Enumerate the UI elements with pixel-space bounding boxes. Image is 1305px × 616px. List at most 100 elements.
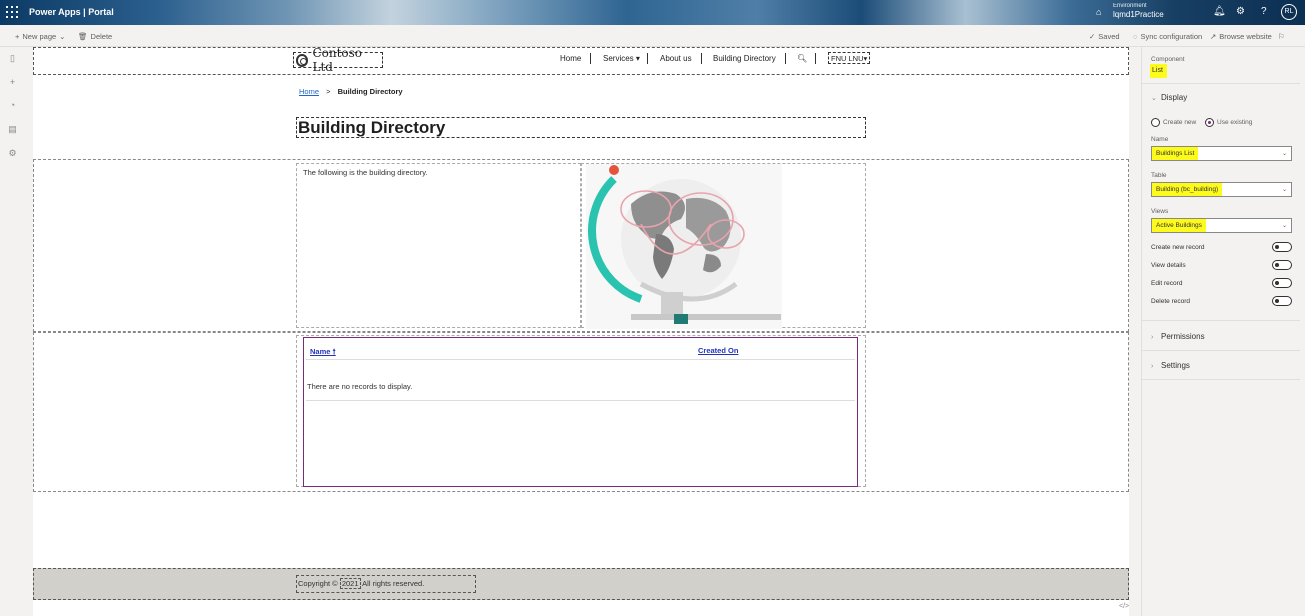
nav-about[interactable]: About us bbox=[660, 54, 692, 63]
trash-icon: 🗑︎ bbox=[78, 32, 88, 41]
search-icon[interactable]: 🔍︎ bbox=[797, 54, 807, 63]
page-canvas: Contoso Ltd Home Services ▾ About us Bui… bbox=[33, 47, 1129, 616]
toggle-label: Create new record bbox=[1151, 244, 1205, 251]
site-footer[interactable]: Copyright © 2021 All rights reserved. bbox=[33, 568, 1129, 600]
components-icon[interactable]: + bbox=[7, 77, 18, 88]
divider bbox=[1142, 320, 1301, 321]
empty-list-message: There are no records to display. bbox=[307, 382, 413, 391]
toggle-switch[interactable] bbox=[1272, 260, 1292, 270]
image-column[interactable] bbox=[581, 163, 866, 329]
themes-icon[interactable]: ◔ bbox=[7, 100, 18, 111]
app-header: Power Apps | Portal ⌂ Environment lqmd1P… bbox=[0, 0, 1305, 25]
radio-create-new[interactable]: Create new bbox=[1151, 118, 1196, 127]
globe-image[interactable] bbox=[586, 164, 786, 329]
avatar[interactable]: RL bbox=[1281, 4, 1297, 20]
environment-label: Environment bbox=[1113, 3, 1147, 9]
templates-icon[interactable]: ▤ bbox=[7, 124, 18, 135]
plus-icon: + bbox=[15, 32, 20, 41]
site-logo[interactable]: Contoso Ltd bbox=[293, 47, 383, 74]
toggle-switch[interactable] bbox=[1272, 278, 1292, 288]
copyright-year: 2021 bbox=[339, 578, 361, 589]
buildings-list[interactable]: Name 🠕 Created On There are no records t… bbox=[303, 337, 858, 487]
toggle-create-new-record[interactable]: Create new record bbox=[1151, 242, 1292, 252]
chevron-down-icon: ⌄ bbox=[1281, 223, 1287, 229]
radio-button bbox=[1205, 118, 1214, 127]
settings-label: Settings bbox=[1161, 361, 1190, 370]
copyright-text[interactable]: Copyright © 2021 All rights reserved. bbox=[296, 575, 476, 593]
radio-use-existing-label: Use existing bbox=[1217, 119, 1253, 126]
breadcrumb-separator: > bbox=[326, 87, 331, 96]
nav-divider bbox=[647, 53, 648, 64]
pages-icon[interactable]: ▯ bbox=[7, 53, 18, 64]
views-label: Views bbox=[1151, 208, 1169, 215]
code-view-icon[interactable]: </> bbox=[1119, 603, 1129, 610]
app-title[interactable]: Power Apps | Portal bbox=[29, 7, 114, 17]
chevron-down-icon: ⌄ bbox=[59, 32, 66, 41]
nav-divider bbox=[590, 53, 591, 64]
display-section-toggle[interactable]: ⌄ Display bbox=[1151, 93, 1187, 102]
name-dropdown[interactable]: Buildings List ⌄ bbox=[1151, 146, 1292, 161]
sync-configuration-button[interactable]: ◌ Sync configuration bbox=[1133, 32, 1202, 41]
scrollbar[interactable] bbox=[1300, 47, 1305, 616]
command-bar: + New page ⌄ 🗑︎ Delete ✓ Saved ◌ Sync co… bbox=[0, 25, 1305, 47]
feedback-icon[interactable]: ⚐ bbox=[1278, 32, 1285, 41]
views-dropdown[interactable]: Active Buildings ⌄ bbox=[1151, 218, 1292, 233]
header-divider bbox=[306, 359, 855, 360]
intro-text: The following is the building directory. bbox=[303, 168, 428, 177]
caret-down-icon: ▾ bbox=[863, 54, 868, 63]
toggle-label: Delete record bbox=[1151, 298, 1191, 305]
toggle-label: View details bbox=[1151, 262, 1186, 269]
new-page-button[interactable]: + New page ⌄ bbox=[15, 32, 65, 41]
chevron-down-icon: ⌄ bbox=[1151, 95, 1157, 102]
table-dropdown[interactable]: Building (bc_building) ⌄ bbox=[1151, 182, 1292, 197]
waffle-icon[interactable] bbox=[6, 6, 18, 18]
nav-services[interactable]: Services ▾ bbox=[603, 54, 640, 63]
column-header-name[interactable]: Name 🠕 bbox=[310, 346, 336, 359]
help-icon[interactable]: ? bbox=[1261, 6, 1267, 17]
name-dropdown-value: Buildings List bbox=[1152, 147, 1199, 160]
new-page-label: New page bbox=[22, 32, 57, 41]
browse-website-button[interactable]: ↗ Browse website bbox=[1210, 32, 1272, 41]
breadcrumb: Home > Building Directory bbox=[299, 87, 403, 96]
user-name: FNU LNU bbox=[831, 54, 864, 63]
chevron-down-icon: ⌄ bbox=[1281, 151, 1287, 157]
toggle-delete-record[interactable]: Delete record bbox=[1151, 296, 1292, 306]
user-menu[interactable]: FNU LNU▾ bbox=[828, 52, 871, 64]
toggle-switch[interactable] bbox=[1272, 296, 1292, 306]
sort-ascending-icon: 🠕 bbox=[332, 347, 336, 356]
nav-divider bbox=[815, 53, 816, 64]
intro-text-column[interactable]: The following is the building directory. bbox=[296, 163, 581, 328]
copyright-prefix: Copyright © bbox=[298, 579, 338, 588]
gear-icon[interactable]: ⚙ bbox=[1236, 6, 1245, 17]
logo-text: Contoso Ltd bbox=[312, 47, 363, 74]
chevron-right-icon: › bbox=[1151, 363, 1154, 370]
sync-label: Sync configuration bbox=[1140, 32, 1203, 41]
toggle-switch[interactable] bbox=[1272, 242, 1292, 252]
breadcrumb-current: Building Directory bbox=[337, 87, 403, 96]
table-label: Table bbox=[1151, 172, 1167, 179]
delete-button[interactable]: 🗑︎ Delete bbox=[78, 32, 112, 41]
environment-name[interactable]: lqmd1Practice bbox=[1113, 10, 1164, 19]
nav-services-label: Services bbox=[603, 54, 634, 63]
display-section-label: Display bbox=[1161, 93, 1188, 102]
toggle-view-details[interactable]: View details bbox=[1151, 260, 1292, 270]
table-dropdown-value: Building (bc_building) bbox=[1152, 183, 1223, 196]
toggle-label: Edit record bbox=[1151, 280, 1183, 287]
saved-status: ✓ Saved bbox=[1089, 32, 1120, 41]
site-header[interactable]: Contoso Ltd Home Services ▾ About us Bui… bbox=[33, 47, 1129, 75]
bell-icon[interactable]: 🔔︎ bbox=[1213, 6, 1226, 17]
nav-home[interactable]: Home bbox=[560, 54, 581, 63]
permissions-section-toggle[interactable]: › Permissions bbox=[1151, 332, 1205, 341]
radio-use-existing[interactable]: Use existing bbox=[1205, 118, 1252, 127]
name-label: Name bbox=[1151, 136, 1169, 143]
breadcrumb-home-link[interactable]: Home bbox=[299, 87, 319, 96]
settings-icon[interactable]: ⚙ bbox=[7, 148, 18, 159]
nav-building-directory[interactable]: Building Directory bbox=[713, 54, 776, 63]
column-header-created-on[interactable]: Created On bbox=[698, 346, 738, 355]
page-title[interactable]: Building Directory bbox=[296, 117, 866, 138]
settings-section-toggle[interactable]: › Settings bbox=[1151, 361, 1190, 370]
toggle-edit-record[interactable]: Edit record bbox=[1151, 278, 1292, 288]
component-label: Component bbox=[1151, 56, 1185, 63]
component-value: List bbox=[1150, 64, 1167, 78]
nav-divider bbox=[785, 53, 786, 64]
